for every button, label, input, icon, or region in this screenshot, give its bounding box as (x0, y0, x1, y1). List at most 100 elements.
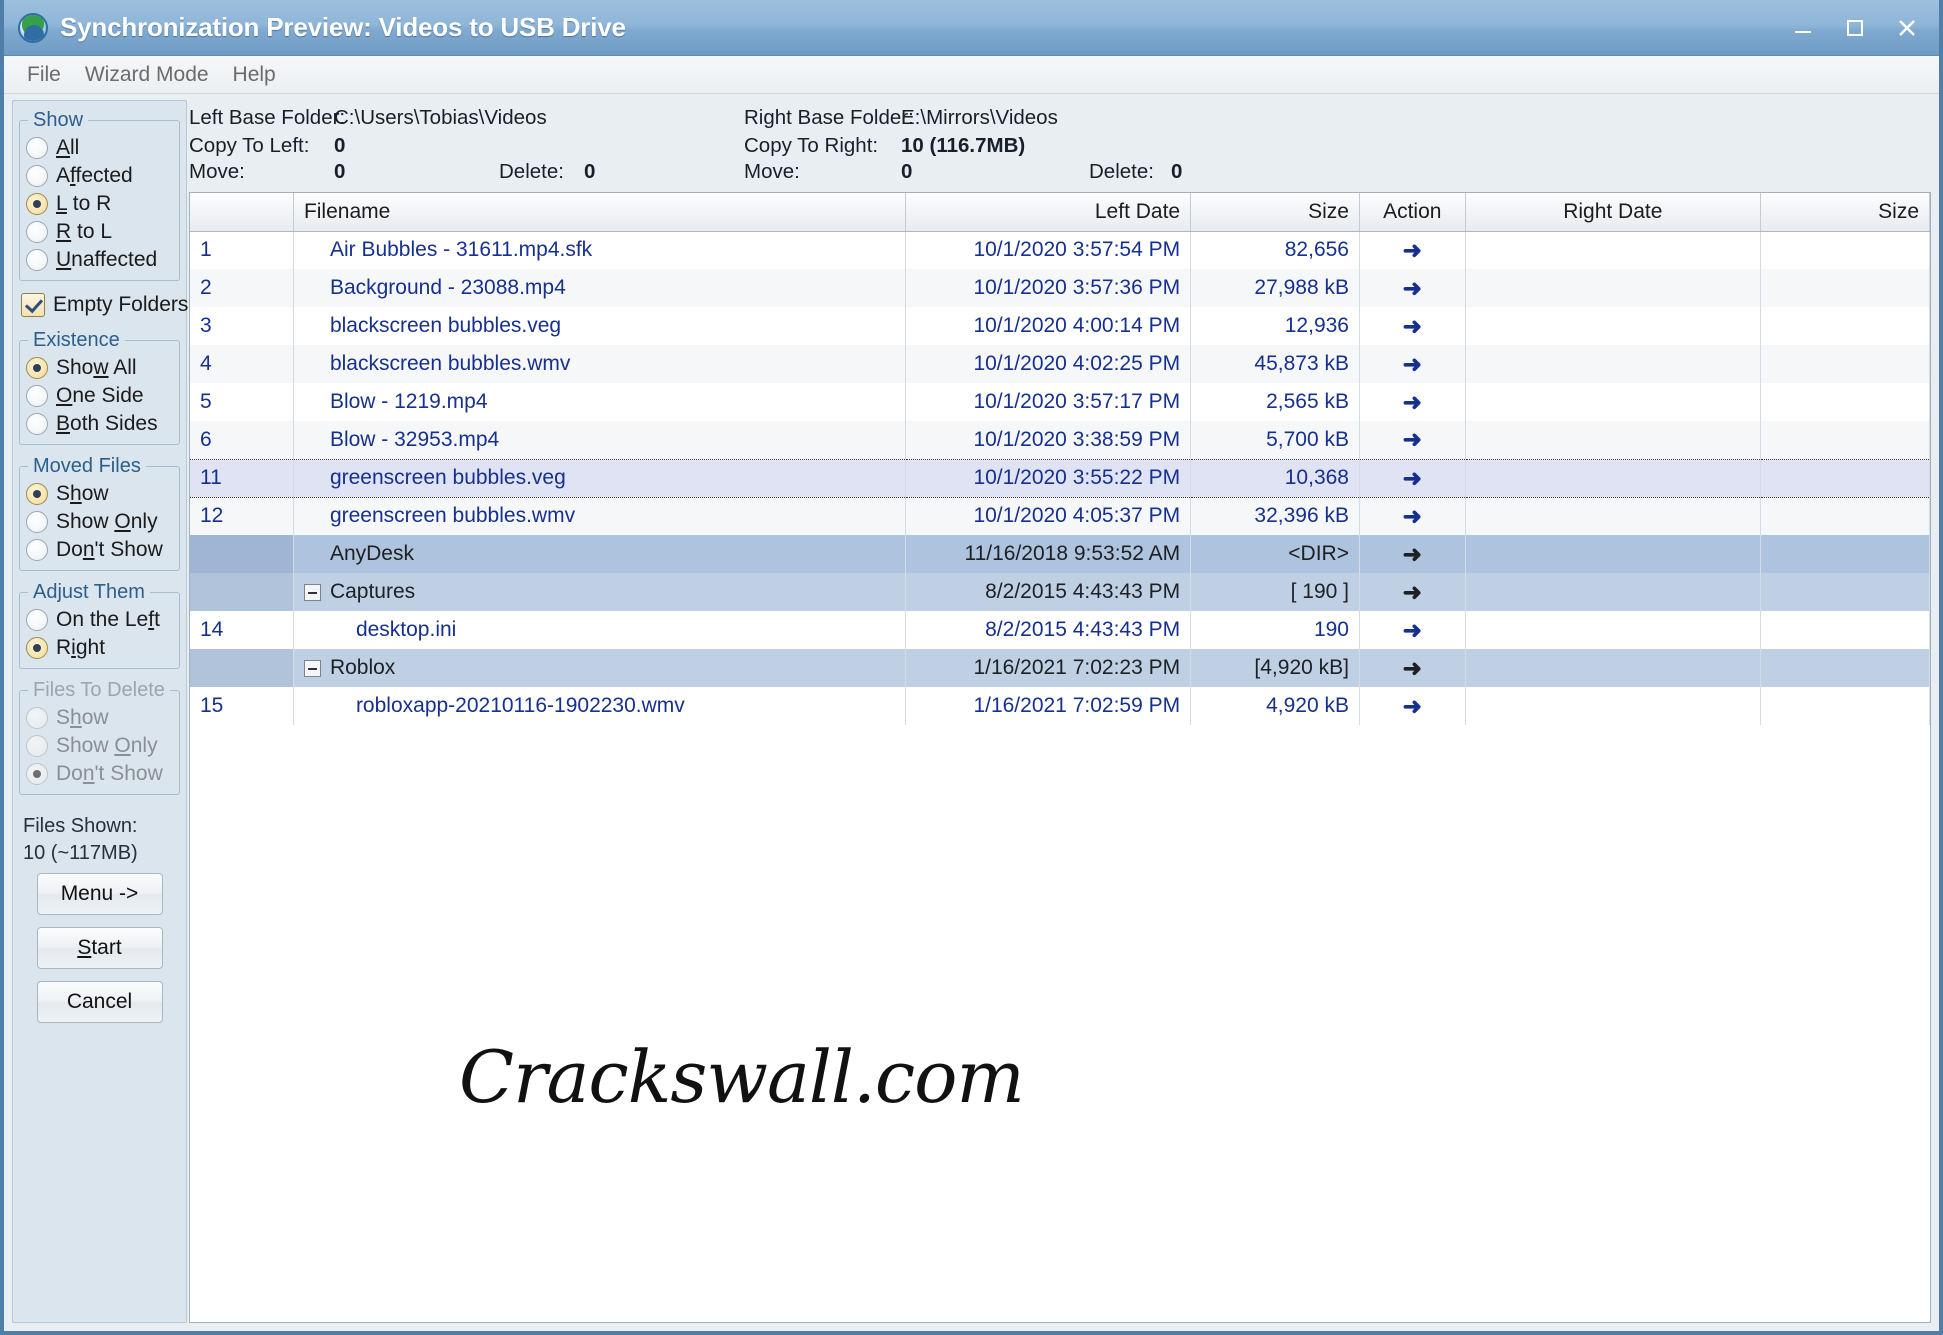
radio-icon-selected (26, 637, 48, 659)
cell-filename: Background - 23088.mp4 (293, 269, 907, 307)
cell-action[interactable]: ➜ (1359, 611, 1466, 649)
column-header-action[interactable]: Action (1359, 193, 1466, 232)
radio-show-r-to-l[interactable]: R to L (26, 218, 175, 246)
cell-filename: blackscreen bubbles.veg (293, 307, 907, 345)
radio-show-unaffected[interactable]: Unaffected (26, 246, 175, 274)
cell-right-size (1760, 535, 1930, 573)
cell-index: 15 (190, 687, 294, 725)
table-row[interactable]: 2 Background - 23088.mp4 10/1/2020 3:57:36… (190, 269, 1930, 307)
cell-right-date (1465, 687, 1762, 725)
cell-action[interactable]: ➜ (1359, 573, 1466, 611)
file-grid[interactable]: Filename Left Date Size Action Right Dat… (189, 192, 1931, 1323)
column-header-index[interactable] (190, 193, 294, 232)
radio-icon (26, 249, 48, 271)
cell-left-size: [4,920 kB] (1190, 649, 1360, 687)
cell-left-date: 10/1/2020 4:05:37 PM (905, 497, 1192, 535)
cell-right-date (1465, 497, 1762, 535)
show-group: Show All Affected L to R R to L Unaffect… (19, 109, 180, 281)
cell-action[interactable]: ➜ (1359, 687, 1466, 725)
column-header-left-date[interactable]: Left Date (905, 193, 1192, 232)
left-base-folder-value: C:\Users\Tobias\Videos (334, 106, 547, 129)
table-body: 1 Air Bubbles - 31611.mp4.sfk 10/1/2020 3:… (190, 231, 1930, 725)
radio-show-all[interactable]: All (26, 134, 175, 162)
arrow-right-icon: ➜ (1402, 692, 1422, 719)
filename-label: blackscreen bubbles.wmv (329, 352, 571, 375)
column-header-right-size[interactable]: Size (1760, 193, 1930, 232)
cell-right-size (1760, 573, 1930, 611)
table-row[interactable]: 14 desktop.ini 8/2/2015 4:43:43 PM 190 ➜ (190, 611, 1930, 649)
header-row: Filename Left Date Size Action Right Dat… (190, 193, 1930, 232)
radio-icon (26, 609, 48, 631)
minimize-button[interactable] (1777, 6, 1829, 50)
menu-item-wizard-mode[interactable]: Wizard Mode (74, 60, 220, 90)
radio-adjust-right[interactable]: Right (26, 634, 175, 662)
filename-label: Blow - 32953.mp4 (329, 427, 500, 451)
radio-icon-selected (26, 763, 48, 785)
table-row[interactable]: Captures 8/2/2015 4:43:43 PM[ 190 ] ➜ (190, 573, 1930, 611)
cell-action[interactable]: ➜ (1359, 458, 1466, 498)
cell-filename: greenscreen bubbles.wmv (293, 497, 907, 535)
cell-action[interactable]: ➜ (1359, 307, 1466, 345)
column-header-filename[interactable]: Filename (293, 193, 907, 232)
cell-filename: AnyDesk (293, 535, 907, 573)
tree-collapse-icon[interactable] (303, 659, 321, 677)
arrow-right-icon: ➜ (1402, 540, 1422, 567)
start-button[interactable]: Start (36, 927, 163, 969)
checkbox-empty-folders[interactable]: Empty Folders (21, 291, 188, 319)
radio-existence-show-all[interactable]: Show All (26, 354, 175, 382)
left-move-value: 0 (334, 160, 346, 183)
cell-action[interactable]: ➜ (1359, 649, 1466, 687)
cell-action[interactable]: ➜ (1359, 383, 1466, 421)
table-row[interactable]: AnyDesk 11/16/2018 9:53:52 AM <DIR> ➜ (190, 535, 1930, 573)
radio-moved-show[interactable]: Show (26, 480, 175, 508)
right-delete-value: 0 (1171, 160, 1183, 183)
cell-action[interactable]: ➜ (1359, 497, 1466, 535)
cell-index (190, 573, 294, 611)
cell-right-date (1465, 345, 1762, 383)
filename-label: robloxapp-20210116-1902230.wmv (355, 694, 685, 717)
cancel-button[interactable]: Cancel (36, 981, 163, 1023)
maximize-button[interactable] (1829, 6, 1881, 50)
radio-adjust-on-the-left[interactable]: On the Left (26, 606, 175, 634)
table-row[interactable]: 15 robloxapp-20210116-1902230.wmv 1/16/202… (190, 687, 1930, 725)
menu-button[interactable]: Menu -> (36, 873, 163, 915)
cell-right-date (1465, 421, 1762, 459)
table-row[interactable]: 11 greenscreen bubbles.veg 10/1/2020 3:55:… (190, 458, 1930, 498)
table-row[interactable]: Roblox 1/16/2021 7:02:23 PM [4,920 kB] ➜ (190, 649, 1930, 687)
moved-files-group-legend: Moved Files (33, 455, 141, 477)
cell-action[interactable]: ➜ (1359, 535, 1466, 573)
table-row[interactable]: 1 Air Bubbles - 31611.mp4.sfk 10/1/2020 3:… (190, 231, 1930, 269)
menu-item-file[interactable]: File (16, 60, 72, 90)
cell-action[interactable]: ➜ (1359, 345, 1466, 383)
cell-right-size (1760, 307, 1930, 345)
cell-action[interactable]: ➜ (1359, 231, 1466, 269)
tree-collapse-icon[interactable] (303, 583, 321, 601)
radio-existence-both-sides[interactable]: Both Sides (26, 410, 175, 438)
cell-filename: Blow - 1219.mp4 (293, 383, 907, 421)
table-row[interactable]: 5 Blow - 1219.mp4 10/1/2020 3:57:17 PM 2,56… (190, 383, 1930, 421)
copy-to-left-value: 0 (334, 134, 346, 157)
cell-left-date: 8/2/2015 4:43:43 PM (905, 611, 1192, 649)
radio-moved-show-only[interactable]: Show Only (26, 508, 175, 536)
cell-left-size: 190 (1190, 611, 1360, 649)
column-header-right-date[interactable]: Right Date (1465, 193, 1762, 232)
radio-show-affected[interactable]: Affected (26, 162, 175, 190)
radio-show-l-to-r[interactable]: L to R (26, 190, 175, 218)
cell-right-date (1465, 649, 1762, 687)
cell-action[interactable]: ➜ (1359, 421, 1466, 459)
table-row[interactable]: 3 blackscreen bubbles.veg 10/1/2020 4:00:1… (190, 307, 1930, 345)
table-row[interactable]: 6 Blow - 32953.mp4 10/1/2020 3:38:59 PM 5,7… (190, 421, 1930, 459)
cell-left-size: <DIR> (1190, 535, 1360, 573)
cell-right-date (1465, 535, 1762, 573)
menu-item-help[interactable]: Help (222, 60, 287, 90)
radio-existence-one-side[interactable]: One Side (26, 382, 175, 410)
copy-to-left-label: Copy To Left: (189, 134, 310, 157)
table-row[interactable]: 12 greenscreen bubbles.wmv 10/1/2020 4:05:… (190, 497, 1930, 535)
column-header-left-size[interactable]: Size (1190, 193, 1360, 232)
arrow-right-icon: ➜ (1402, 654, 1422, 681)
table-row[interactable]: 4 blackscreen bubbles.wmv 10/1/2020 4:02:2… (190, 345, 1930, 383)
radio-moved-dont-show[interactable]: Don't Show (26, 536, 175, 564)
close-button[interactable] (1881, 6, 1933, 50)
filename-label: Background - 23088.mp4 (329, 276, 566, 299)
cell-action[interactable]: ➜ (1359, 269, 1466, 307)
